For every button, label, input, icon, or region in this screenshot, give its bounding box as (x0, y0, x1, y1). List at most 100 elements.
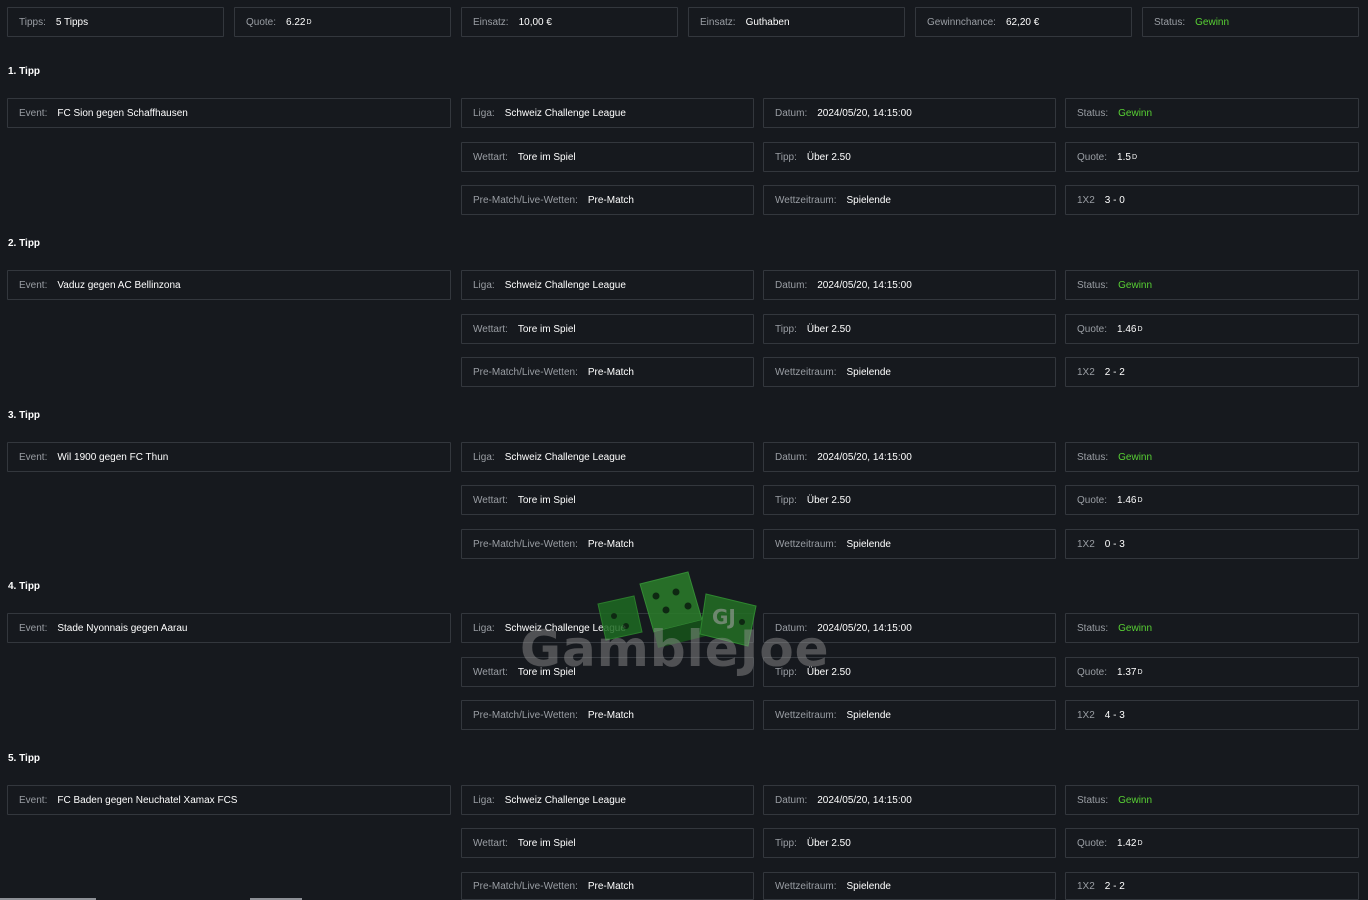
wettart-field: Wettart: Tore im Spiel (461, 142, 754, 172)
datum-field: Datum: 2024/05/20, 14:15:00 (763, 98, 1056, 128)
datum-label: Datum: (775, 794, 808, 806)
summary-einsatz-value: 10,00 € (518, 16, 552, 28)
liga-label: Liga: (473, 622, 495, 634)
event-value: Stade Nyonnais gegen Aarau (57, 622, 188, 634)
wettart-value: Tore im Spiel (517, 666, 576, 678)
summary-einsatz-type-value: Guthaben (745, 16, 790, 28)
summary-quote-value: 6.22 (286, 16, 306, 28)
datum-label: Datum: (775, 107, 808, 119)
liga-field: Liga: Schweiz Challenge League (461, 442, 754, 472)
status-label: Status: (1077, 107, 1109, 119)
wettart-label: Wettart: (473, 837, 508, 849)
score-label: 1X2 (1077, 880, 1095, 892)
liga-label: Liga: (473, 794, 495, 806)
quote-field: Quote: 1.37 D (1065, 657, 1359, 687)
prematch-value: Pre-Match (587, 194, 634, 206)
tipp-value: Über 2.50 (806, 494, 851, 506)
liga-value: Schweiz Challenge League (504, 622, 626, 634)
wettzeitraum-label: Wettzeitraum: (775, 194, 837, 206)
quote-value: 1.5 (1117, 151, 1131, 163)
wettart-value: Tore im Spiel (517, 323, 576, 335)
wettzeitraum-field: Wettzeitraum: Spielende (763, 529, 1056, 559)
event-label: Event: (19, 279, 48, 291)
summary-tipps-value: 5 Tipps (55, 16, 89, 28)
wettart-value: Tore im Spiel (517, 151, 576, 163)
status-label: Status: (1077, 794, 1109, 806)
decimal-odds-mark: D (306, 18, 312, 26)
wettart-label: Wettart: (473, 323, 508, 335)
status-field: Status: Gewinn (1065, 98, 1359, 128)
summary-gewinnchance: Gewinnchance: 62,20 € (915, 7, 1132, 37)
tipp-label: Tipp: (775, 151, 797, 163)
prematch-field: Pre-Match/Live-Wetten: Pre-Match (461, 529, 754, 559)
score-value: 4 - 3 (1104, 709, 1125, 721)
quote-field: Quote: 1.46 D (1065, 314, 1359, 344)
summary-status-label: Status: (1154, 16, 1186, 28)
event-value: Vaduz gegen AC Bellinzona (57, 279, 181, 291)
tipp-label: Tipp: (775, 666, 797, 678)
event-field: Event: FC Sion gegen Schaffhausen (7, 98, 451, 128)
datum-label: Datum: (775, 622, 808, 634)
score-field: 1X2 4 - 3 (1065, 700, 1359, 730)
status-label: Status: (1077, 451, 1109, 463)
decimal-odds-mark: D (1131, 153, 1137, 161)
event-label: Event: (19, 451, 48, 463)
liga-value: Schweiz Challenge League (504, 451, 626, 463)
summary-tipps: Tipps: 5 Tipps (7, 7, 224, 37)
quote-field: Quote: 1.46 D (1065, 485, 1359, 515)
tipp-heading: 5. Tipp (8, 753, 41, 764)
score-label: 1X2 (1077, 366, 1095, 378)
event-field: Event: Vaduz gegen AC Bellinzona (7, 270, 451, 300)
summary-einsatz-type-label: Einsatz: (700, 16, 736, 28)
liga-field: Liga: Schweiz Challenge League (461, 613, 754, 643)
status-value: Gewinn (1118, 794, 1153, 806)
datum-label: Datum: (775, 451, 808, 463)
datum-value: 2024/05/20, 14:15:00 (817, 279, 912, 291)
summary-gewinnchance-value: 62,20 € (1005, 16, 1040, 28)
wettzeitraum-field: Wettzeitraum: Spielende (763, 872, 1056, 900)
tipp-heading: 1. Tipp (8, 66, 41, 77)
status-label: Status: (1077, 622, 1109, 634)
event-field: Event: Wil 1900 gegen FC Thun (7, 442, 451, 472)
summary-einsatz-label: Einsatz: (473, 16, 509, 28)
score-field: 1X2 3 - 0 (1065, 185, 1359, 215)
quote-field: Quote: 1.5 D (1065, 142, 1359, 172)
quote-value: 1.37 (1117, 666, 1137, 678)
wettart-label: Wettart: (473, 666, 508, 678)
event-label: Event: (19, 622, 48, 634)
prematch-value: Pre-Match (587, 880, 634, 892)
status-field: Status: Gewinn (1065, 785, 1359, 815)
wettart-label: Wettart: (473, 494, 508, 506)
status-field: Status: Gewinn (1065, 442, 1359, 472)
quote-field: Quote: 1.42 D (1065, 828, 1359, 858)
quote-value: 1.42 (1117, 837, 1137, 849)
tipp-field: Tipp: Über 2.50 (763, 657, 1056, 687)
score-value: 2 - 2 (1104, 880, 1125, 892)
wettart-value: Tore im Spiel (517, 494, 576, 506)
prematch-field: Pre-Match/Live-Wetten: Pre-Match (461, 357, 754, 387)
datum-field: Datum: 2024/05/20, 14:15:00 (763, 613, 1056, 643)
score-value: 0 - 3 (1104, 538, 1125, 550)
score-label: 1X2 (1077, 538, 1095, 550)
wettzeitraum-field: Wettzeitraum: Spielende (763, 357, 1056, 387)
prematch-label: Pre-Match/Live-Wetten: (473, 880, 578, 892)
liga-field: Liga: Schweiz Challenge League (461, 98, 754, 128)
summary-quote-label: Quote: (246, 16, 277, 28)
wettzeitraum-field: Wettzeitraum: Spielende (763, 185, 1056, 215)
wettzeitraum-value: Spielende (846, 366, 891, 378)
liga-field: Liga: Schweiz Challenge League (461, 785, 754, 815)
datum-value: 2024/05/20, 14:15:00 (817, 794, 912, 806)
summary-status-value: Gewinn (1195, 16, 1230, 28)
event-value: Wil 1900 gegen FC Thun (57, 451, 169, 463)
summary-einsatz-type: Einsatz: Guthaben (688, 7, 905, 37)
event-field: Event: FC Baden gegen Neuchatel Xamax FC… (7, 785, 451, 815)
quote-label: Quote: (1077, 151, 1108, 163)
score-value: 3 - 0 (1104, 194, 1125, 206)
wettzeitraum-label: Wettzeitraum: (775, 366, 837, 378)
prematch-label: Pre-Match/Live-Wetten: (473, 709, 578, 721)
score-value: 2 - 2 (1104, 366, 1125, 378)
decimal-odds-mark: D (1137, 668, 1143, 676)
tipp-heading: 3. Tipp (8, 410, 41, 421)
datum-field: Datum: 2024/05/20, 14:15:00 (763, 442, 1056, 472)
wettart-field: Wettart: Tore im Spiel (461, 657, 754, 687)
